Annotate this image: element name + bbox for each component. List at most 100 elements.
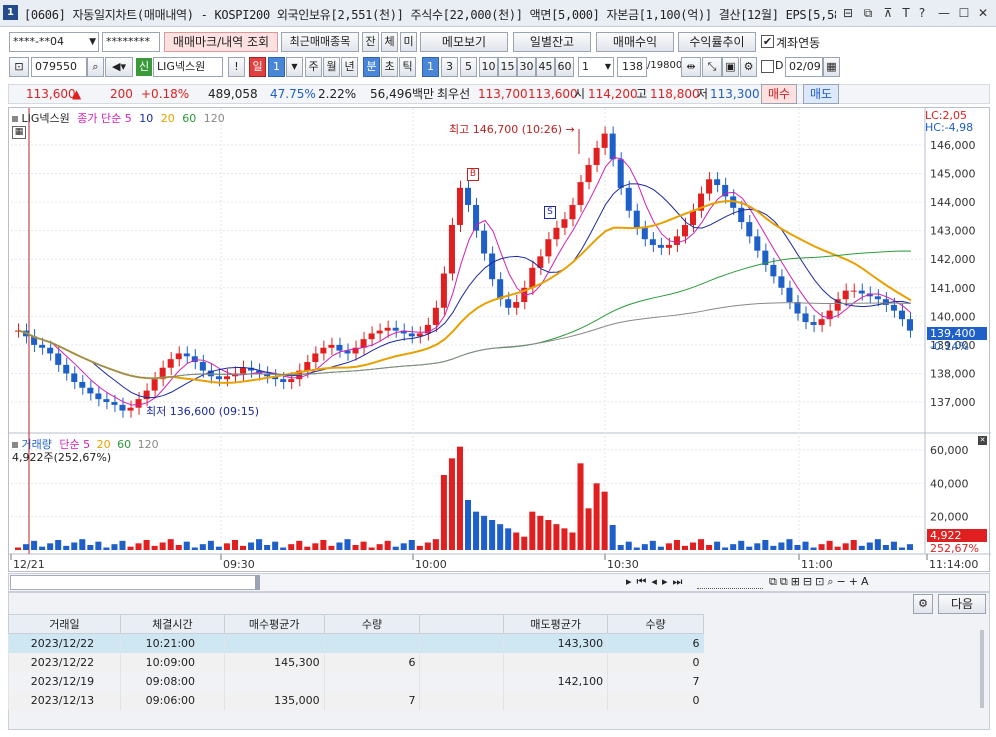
vertical-scrollbar[interactable] (980, 630, 984, 708)
code-search-icon[interactable]: ⊡ (9, 57, 29, 77)
table-icon[interactable]: ▦ (12, 126, 26, 139)
candle-body (215, 376, 222, 380)
gear-icon[interactable]: ⚙ (913, 594, 933, 614)
save-icon[interactable]: ▣ (722, 57, 739, 77)
gear-icon[interactable]: ⚙ (740, 57, 757, 77)
period-1[interactable]: 1 (422, 57, 439, 77)
period-3[interactable]: 3 (441, 57, 458, 77)
account-link-label: 계좌연동 (776, 36, 821, 50)
yearly-button[interactable]: 년 (341, 57, 358, 77)
period-45[interactable]: 45 (536, 57, 555, 77)
chart-tool-icons[interactable]: ⧉⧉⊞⊟⊡⌕−+A (769, 575, 871, 589)
zoom-icon[interactable]: ⇹ (681, 57, 701, 77)
period-5[interactable]: 5 (460, 57, 477, 77)
alert-button[interactable]: ! (228, 57, 245, 77)
volume-bar (71, 542, 78, 550)
volume-bar (826, 540, 833, 550)
col-sell-qty: 수량 (607, 614, 704, 634)
account-select[interactable]: ****-**04 ▼ (9, 32, 99, 52)
low-annotation: 최저 136,600 (09:15) (146, 405, 260, 418)
stock-code-input[interactable]: 079550 (31, 57, 87, 77)
playback-icons[interactable]: ▸⏮◂▸⏭ (626, 575, 687, 589)
account-link-checkbox[interactable]: ✔ (761, 35, 774, 48)
tick-button[interactable]: 틱 (399, 57, 416, 77)
buy-button[interactable]: 매수 (761, 84, 797, 104)
password-field[interactable]: ******** (102, 32, 160, 52)
horizontal-scrollbar[interactable] (10, 575, 260, 590)
volume-bar (119, 540, 126, 550)
balance-tab[interactable]: 잔 (362, 32, 379, 52)
period-10[interactable]: 10 (479, 57, 498, 77)
recent-trade-button[interactable]: 최근매매종목 (281, 32, 359, 52)
table-row[interactable]: 2023/12/22 10:09:00 145,300 6 0 (8, 652, 704, 672)
sell-marker[interactable]: S (544, 206, 556, 219)
volume-bar (762, 540, 769, 550)
font-icon[interactable]: T (898, 5, 914, 21)
volume-bar (898, 547, 905, 550)
volume-bar (850, 540, 857, 550)
candle-body (489, 253, 496, 280)
candle-body (770, 264, 777, 277)
search-icon[interactable]: ⌕ (87, 57, 104, 77)
close-icon[interactable]: ✕ (975, 5, 991, 21)
daily-button[interactable]: 일 (249, 57, 266, 77)
link-icon[interactable]: ⊟ (840, 5, 856, 21)
next-button[interactable]: 다음 (938, 594, 986, 614)
candle-body (79, 382, 86, 388)
buy-marker[interactable]: B (467, 168, 479, 181)
restore-icon[interactable]: ⧉ (860, 5, 876, 21)
volume-bar (866, 542, 873, 550)
trade-mark-query-button[interactable]: 매매마크/내역 조회 (164, 32, 278, 52)
draw-icon[interactable]: ⤡ (702, 57, 722, 77)
close-panel-icon[interactable]: ✕ (978, 436, 987, 445)
cell-buy-qty (323, 671, 420, 691)
volume-bar (384, 540, 391, 550)
volume-bar (151, 545, 158, 550)
price-legend: LIG넥스원 종가 단순 5 10 20 60 120 (12, 110, 225, 126)
candle-body (890, 304, 897, 311)
maximize-icon[interactable]: ☐ (956, 5, 972, 21)
calendar-icon[interactable]: ▦ (823, 57, 840, 77)
minute-button[interactable]: 분 (363, 57, 380, 77)
sell-button[interactable]: 매도 (803, 84, 839, 104)
scroll-thumb[interactable] (255, 575, 260, 590)
daily-balance-button[interactable]: 일별잔고 (513, 32, 591, 52)
period-n-select[interactable]: 1 ▼ (578, 57, 614, 77)
monthly-button[interactable]: 월 (323, 57, 340, 77)
volume-bar (312, 543, 319, 550)
table-row[interactable]: 2023/12/22 10:21:00 143,300 6 (8, 633, 704, 653)
pending-tab[interactable]: 미 (400, 32, 417, 52)
second-button[interactable]: 초 (381, 57, 398, 77)
help-icon[interactable]: ? (914, 5, 930, 21)
period-60[interactable]: 60 (555, 57, 574, 77)
pin-icon[interactable]: ⊼ (880, 5, 896, 21)
weekly-button[interactable]: 주 (305, 57, 322, 77)
account-value: ****-**04 (13, 35, 64, 48)
executed-tab[interactable]: 체 (381, 32, 398, 52)
period-n-value: 1 (582, 60, 589, 73)
zoom-slider[interactable] (697, 577, 763, 589)
col-sell-avg: 매도평균가 (503, 614, 609, 634)
count-input[interactable]: 138 (617, 57, 647, 77)
volume-bar (489, 520, 496, 550)
candle-body (55, 353, 62, 365)
chevron-down-icon[interactable]: ▼ (286, 57, 303, 77)
period-15[interactable]: 15 (498, 57, 517, 77)
return-trend-button[interactable]: 수익률추이 (678, 32, 756, 52)
chart-panel[interactable]: 146,000 145,000 144,000 143,000 142,000 141,0… (8, 107, 991, 573)
trade-profit-button[interactable]: 매매수익 (596, 32, 674, 52)
speaker-icon[interactable]: ◀▾ (105, 57, 133, 77)
price-tick-label: 138,000 (930, 367, 976, 380)
memo-view-button[interactable]: 메모보기 (420, 32, 508, 52)
period-30[interactable]: 30 (517, 57, 536, 77)
table-row[interactable]: 2023/12/13 09:06:00 135,000 7 0 (8, 690, 704, 710)
trade-history-table[interactable]: 거래일 체결시간 매수평균가 수량 매도평균가 수량 2023/12/22 10:… (8, 614, 704, 710)
day-n-select[interactable]: 1 (268, 57, 285, 77)
d-checkbox[interactable] (761, 60, 774, 73)
chart-canvas[interactable]: 146,000 145,000 144,000 143,000 142,000 141,0… (9, 108, 991, 573)
table-row[interactable]: 2023/12/19 09:08:00 142,100 7 (8, 671, 704, 691)
minimize-icon[interactable]: — (936, 5, 952, 21)
stock-name-field[interactable]: LIG넥스원 (153, 57, 223, 77)
volume-bar (264, 545, 271, 550)
date-input[interactable]: 02/09 (785, 57, 823, 77)
